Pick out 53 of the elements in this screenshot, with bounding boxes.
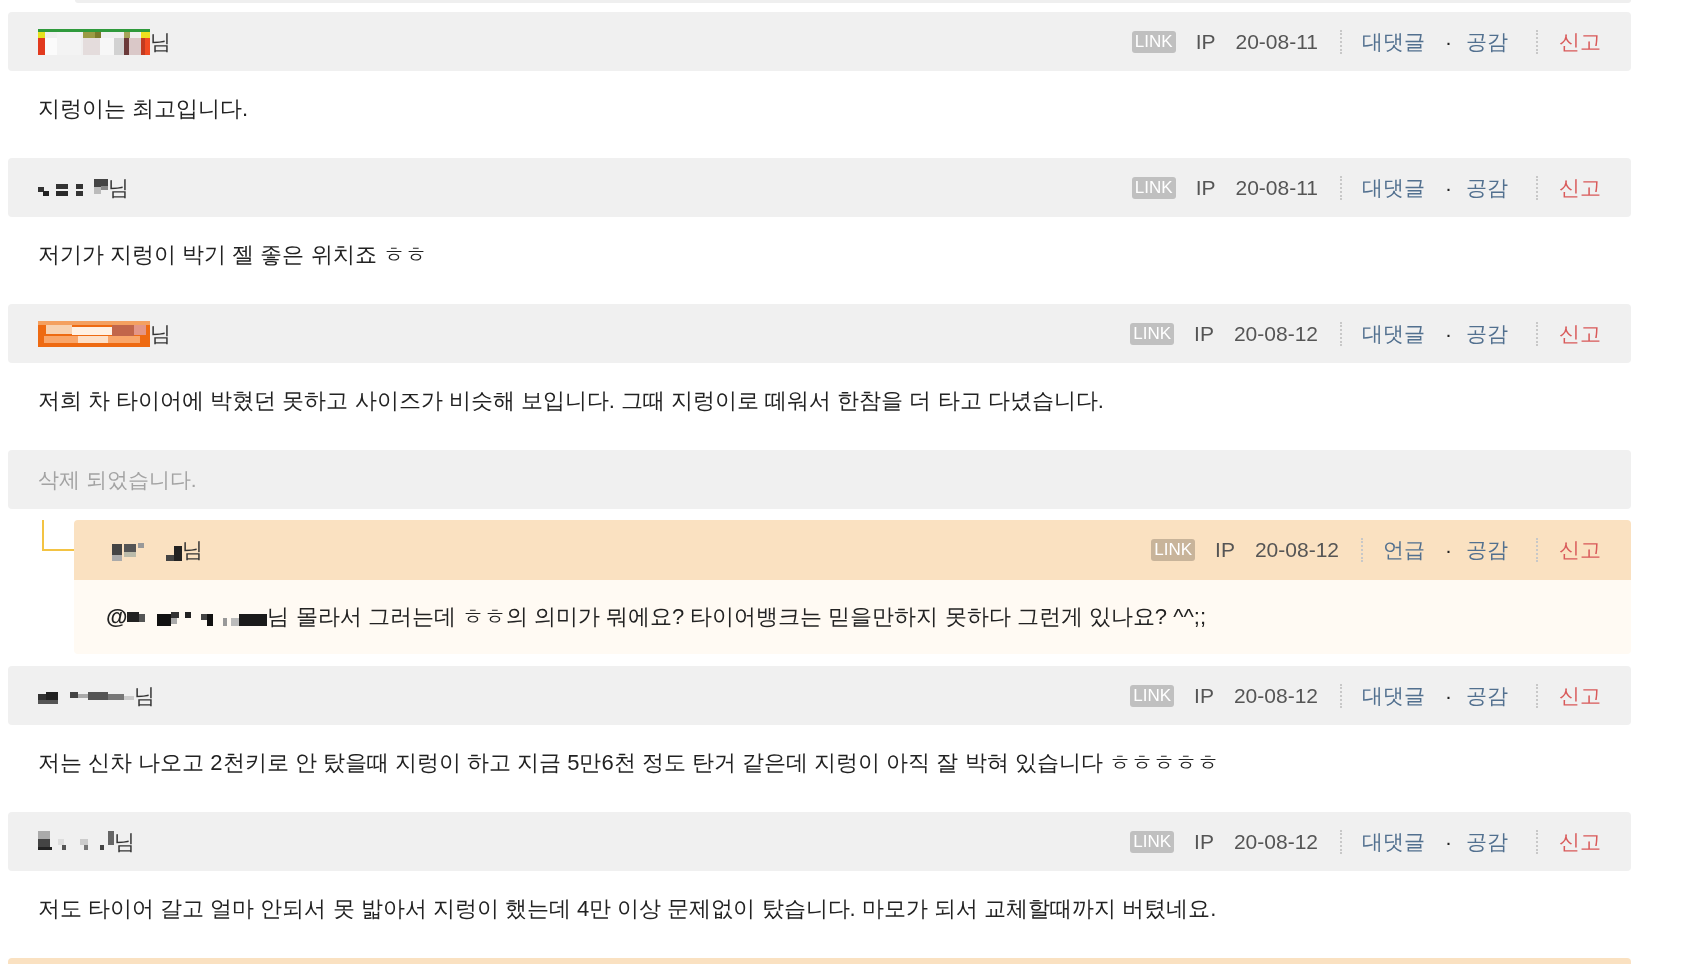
comment-text: 저희 차 타이어에 박혔던 못하고 사이즈가 비슷해 보입니다. 그때 지렁이로 떼워서 한참을 더 타고 다녔습니다. [38,388,1104,413]
report-link[interactable]: 신고 [1559,825,1601,858]
separator-dot: · [1445,28,1452,55]
honorific-text: 님 [150,28,171,55]
report-link[interactable]: 신고 [1559,679,1601,712]
separator-dot: · [1445,174,1452,201]
comment-action-link[interactable]: 공감 [1466,534,1508,566]
separator-dot: · [1445,828,1452,855]
comment-action-link[interactable]: 공감 [1466,171,1508,204]
nickname-image [38,179,108,196]
comment-text: 저도 타이어 갈고 얼마 안되서 못 밟아서 지렁이 했는데 4만 이상 문제없이 탔습니다. 마모가 되서 교체할때까지 버텼네요. [38,896,1217,921]
comment-action-link[interactable]: 대댓글 [1362,171,1425,204]
report-link[interactable]: 신고 [1559,171,1601,204]
separator-dot: · [1445,537,1452,564]
comment-text: 저기가 지렁이 박기 젤 좋은 위치죠 ㅎㅎ [38,242,427,267]
ip-label: IP [1195,28,1216,55]
honorific-text: 님 [108,174,129,201]
ip-label: IP [1194,320,1214,347]
honorific-text: 님 [150,320,171,347]
comment-action-link[interactable]: 대댓글 [1362,679,1425,712]
report-link[interactable]: 신고 [1559,25,1601,58]
mention-at-sign: @ [106,604,128,629]
report-link[interactable]: 신고 [1559,534,1601,566]
reply-connector-icon [42,520,74,551]
separator-dot: · [1445,682,1452,709]
report-link[interactable]: 신고 [1559,317,1601,350]
comment-action-link[interactable]: 공감 [1466,825,1508,858]
honorific-text: 님 [182,537,203,564]
comment-date: 20-08-11 [1235,174,1318,201]
honorific-text: 님 [114,828,135,855]
comment-action-link[interactable]: 공감 [1466,25,1508,58]
ip-label: IP [1194,682,1214,709]
comment-action-link[interactable]: 언급 [1383,534,1425,566]
ip-label: IP [1195,174,1216,201]
comment-action-link[interactable]: 대댓글 [1362,825,1425,858]
comment-date: 20-08-12 [1233,828,1318,855]
ip-label: IP [1194,828,1214,855]
deleted-notice-text: 삭제 되었습니다. [38,466,197,493]
comment-action-link[interactable]: 공감 [1466,679,1508,712]
comment-action-link[interactable]: 대댓글 [1362,25,1425,58]
honorific-text: 님 [134,682,155,709]
comment-text: 지렁이는 최고입니다. [38,96,249,121]
honorific-text: 님 [267,604,290,629]
comment-action-link[interactable]: 대댓글 [1362,317,1425,350]
comment-text: 몰라서 그러는데 ㅎㅎ의 의미가 뭐에요? 타이어뱅크는 믿을만하지 못하다 그런게 있나요? ^^;; [295,604,1207,629]
comment-date: 20-08-11 [1235,28,1318,55]
comment-date: 20-08-12 [1233,682,1318,709]
separator-dot: · [1445,320,1452,347]
ip-label: IP [1215,537,1235,564]
comment-action-link[interactable]: 공감 [1466,317,1508,350]
comment-date: 20-08-12 [1233,320,1318,347]
comment-date: 20-08-12 [1254,537,1339,564]
comment-text: 저는 신차 나오고 2천키로 안 탔을때 지렁이 하고 지금 5만6천 정도 탄거 같은데 지렁이 아직 잘 박혀 있습니다 ㅎㅎㅎㅎㅎ [38,750,1219,775]
